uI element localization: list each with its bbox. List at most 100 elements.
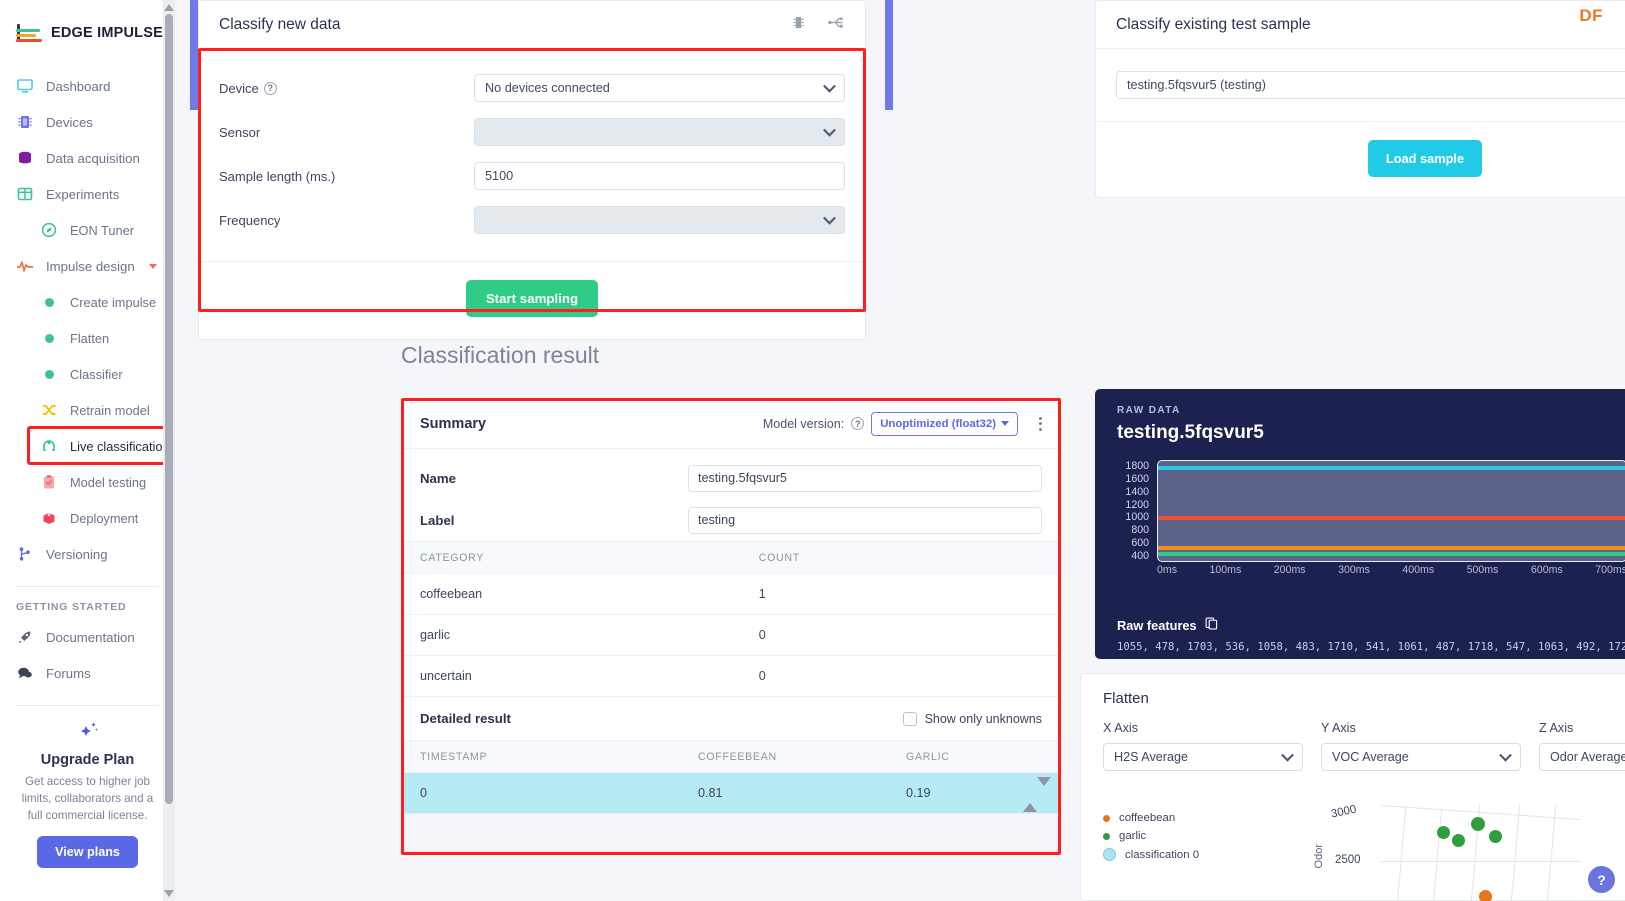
label-value: testing — [698, 513, 736, 527]
y-tick: 1400 — [1125, 485, 1149, 498]
show-only-unknowns-toggle[interactable]: Show only unknowns — [902, 711, 1042, 726]
sidebar-item-forums[interactable]: Forums — [0, 655, 175, 691]
label-input[interactable]: testing — [688, 506, 1042, 534]
name-input[interactable]: testing.5fqsvur5 — [688, 464, 1042, 492]
raw-data-plot-area[interactable] — [1157, 460, 1625, 562]
y-axis-select[interactable]: VOC Average — [1321, 743, 1521, 771]
sensor-row: Sensor — [199, 113, 865, 151]
model-version-label: Model version: — [762, 416, 845, 431]
y-tick: 600 — [1131, 537, 1149, 550]
checkbox-icon[interactable] — [902, 711, 917, 726]
test-sample-select[interactable]: testing.5fqsvur5 (testing) — [1116, 71, 1625, 99]
more-options-icon[interactable] — [1039, 416, 1042, 431]
sidebar-scroll-thumb[interactable] — [165, 14, 173, 804]
model-version-pill[interactable]: Unoptimized (float32) — [871, 411, 1018, 436]
sidebar-item-label: Forums — [46, 665, 91, 681]
sidebar-item-label: EON Tuner — [70, 222, 135, 238]
chevron-down-icon — [823, 211, 836, 225]
sidebar-item-documentation[interactable]: Documentation — [0, 619, 175, 655]
table-row[interactable]: garlic 0 — [402, 614, 1060, 656]
x-tick: 600ms — [1530, 564, 1563, 576]
box-icon — [40, 509, 58, 527]
x-tick: 400ms — [1402, 564, 1435, 576]
x-tick: 200ms — [1273, 564, 1306, 576]
z-axis-label: Z Axis — [1539, 721, 1574, 735]
sidebar-item-classifier[interactable]: Classifier — [0, 356, 175, 392]
chevron-down-icon[interactable] — [149, 263, 157, 269]
sensor-select[interactable] — [474, 118, 845, 146]
sidebar-item-retrain-model[interactable]: Retrain model — [0, 392, 175, 428]
view-plans-button[interactable]: View plans — [37, 836, 138, 869]
sidebar-item-flatten[interactable]: Flatten — [0, 320, 175, 356]
cell-category: garlic — [402, 614, 741, 656]
cell-timestamp: 0 — [402, 772, 680, 813]
help-icon[interactable]: ? — [263, 81, 277, 95]
sidebar-item-eon-tuner[interactable]: EON Tuner — [0, 212, 175, 248]
sidebar-item-live-classification[interactable]: Live classification — [0, 428, 175, 464]
x-tick: 100ms — [1209, 564, 1242, 576]
scroll-up-icon[interactable] — [1023, 786, 1037, 812]
legend-dot-icon — [1103, 832, 1110, 840]
edge-impulse-logo-icon — [16, 23, 42, 43]
sidebar-item-create-impulse[interactable]: Create impulse — [0, 284, 175, 320]
flatten-scatter-plot[interactable]: Odor 3000 2500 — [1309, 803, 1609, 901]
upgrade-plan-card: Upgrade Plan Get access to higher job li… — [0, 706, 175, 869]
frequency-select[interactable] — [474, 206, 845, 234]
sidebar-scrollbar[interactable] — [163, 0, 175, 901]
device-select-value: No devices connected — [485, 81, 610, 95]
table-row[interactable]: coffeebean 1 — [402, 573, 1060, 615]
detailed-table-scroll[interactable] — [1023, 777, 1051, 858]
sidebar-item-versioning[interactable]: Versioning — [0, 536, 175, 572]
chevron-down-icon — [823, 79, 836, 93]
y-tick: 800 — [1131, 524, 1149, 537]
sidebar-item-label: Versioning — [46, 546, 108, 562]
sidebar-item-label: Documentation — [46, 629, 135, 645]
sidebar-item-devices[interactable]: Devices — [0, 104, 175, 140]
sample-length-label: Sample length (ms.) — [219, 168, 336, 184]
sidebar-item-experiments[interactable]: Experiments — [0, 176, 175, 212]
chevron-down-icon — [1281, 748, 1294, 762]
scroll-up-icon[interactable] — [164, 4, 174, 11]
sidebar-item-deployment[interactable]: Deployment — [0, 500, 175, 536]
dot-icon — [40, 293, 58, 311]
sidebar-item-impulse-design[interactable]: Impulse design — [0, 248, 175, 284]
col-count: COUNT — [740, 541, 1060, 574]
scroll-down-icon[interactable] — [164, 890, 174, 897]
classify-existing-title: Classify existing test sample — [1116, 15, 1311, 33]
legend-item-classification-0[interactable]: classification 0 — [1103, 848, 1199, 861]
flatten-title: Flatten — [1103, 690, 1149, 707]
z-axis-select[interactable]: Odor Average — [1539, 743, 1625, 771]
cell-coffeebean: 0.81 — [680, 772, 888, 813]
brand-logo[interactable]: EDGE IMPULSE — [0, 0, 175, 52]
frequency-row: Frequency — [199, 201, 865, 239]
sidebar-item-data-acquisition[interactable]: Data acquisition — [0, 140, 175, 176]
help-button[interactable]: ? — [1588, 866, 1615, 893]
device-select[interactable]: No devices connected — [474, 74, 845, 102]
help-icon[interactable]: ? — [851, 417, 865, 430]
legend-item-garlic[interactable]: garlic — [1103, 830, 1199, 842]
chevron-down-icon — [1001, 421, 1009, 426]
copy-icon[interactable] — [1205, 617, 1218, 633]
x-axis-label: X Axis — [1103, 721, 1138, 735]
scroll-down-icon[interactable] — [1037, 777, 1051, 803]
start-sampling-button[interactable]: Start sampling — [465, 280, 599, 317]
sample-length-input[interactable]: 5100 — [474, 162, 845, 190]
series-h2s — [1158, 516, 1625, 520]
summary-header: Summary Model version: ? Unoptimized (fl… — [402, 399, 1060, 449]
x-axis-select[interactable]: H2S Average — [1103, 743, 1303, 771]
page-title: Classification result — [401, 342, 600, 368]
chip-icon[interactable] — [791, 15, 806, 35]
user-avatar-initials[interactable]: DF — [1579, 6, 1603, 26]
legend-item-coffeebean[interactable]: coffeebean — [1103, 812, 1199, 824]
classify-new-data-card: Classify new data Device ? No devices co… — [198, 0, 866, 340]
sidebar-item-dashboard[interactable]: Dashboard — [0, 68, 175, 104]
table-row[interactable]: uncertain 0 — [402, 655, 1060, 697]
table-row[interactable]: 0 0.81 0.19 — [402, 772, 1060, 813]
sidebar-item-model-testing[interactable]: Model testing — [0, 464, 175, 500]
load-sample-button[interactable]: Load sample — [1367, 140, 1483, 177]
grid-icon — [16, 185, 34, 203]
name-row: Name testing.5fqsvur5 — [402, 457, 1060, 499]
legend-label: garlic — [1119, 830, 1147, 842]
usb-icon[interactable] — [828, 15, 845, 35]
raw-data-card: RAW DATA testing.5fqsvur5 1800 1600 1400… — [1095, 389, 1625, 659]
